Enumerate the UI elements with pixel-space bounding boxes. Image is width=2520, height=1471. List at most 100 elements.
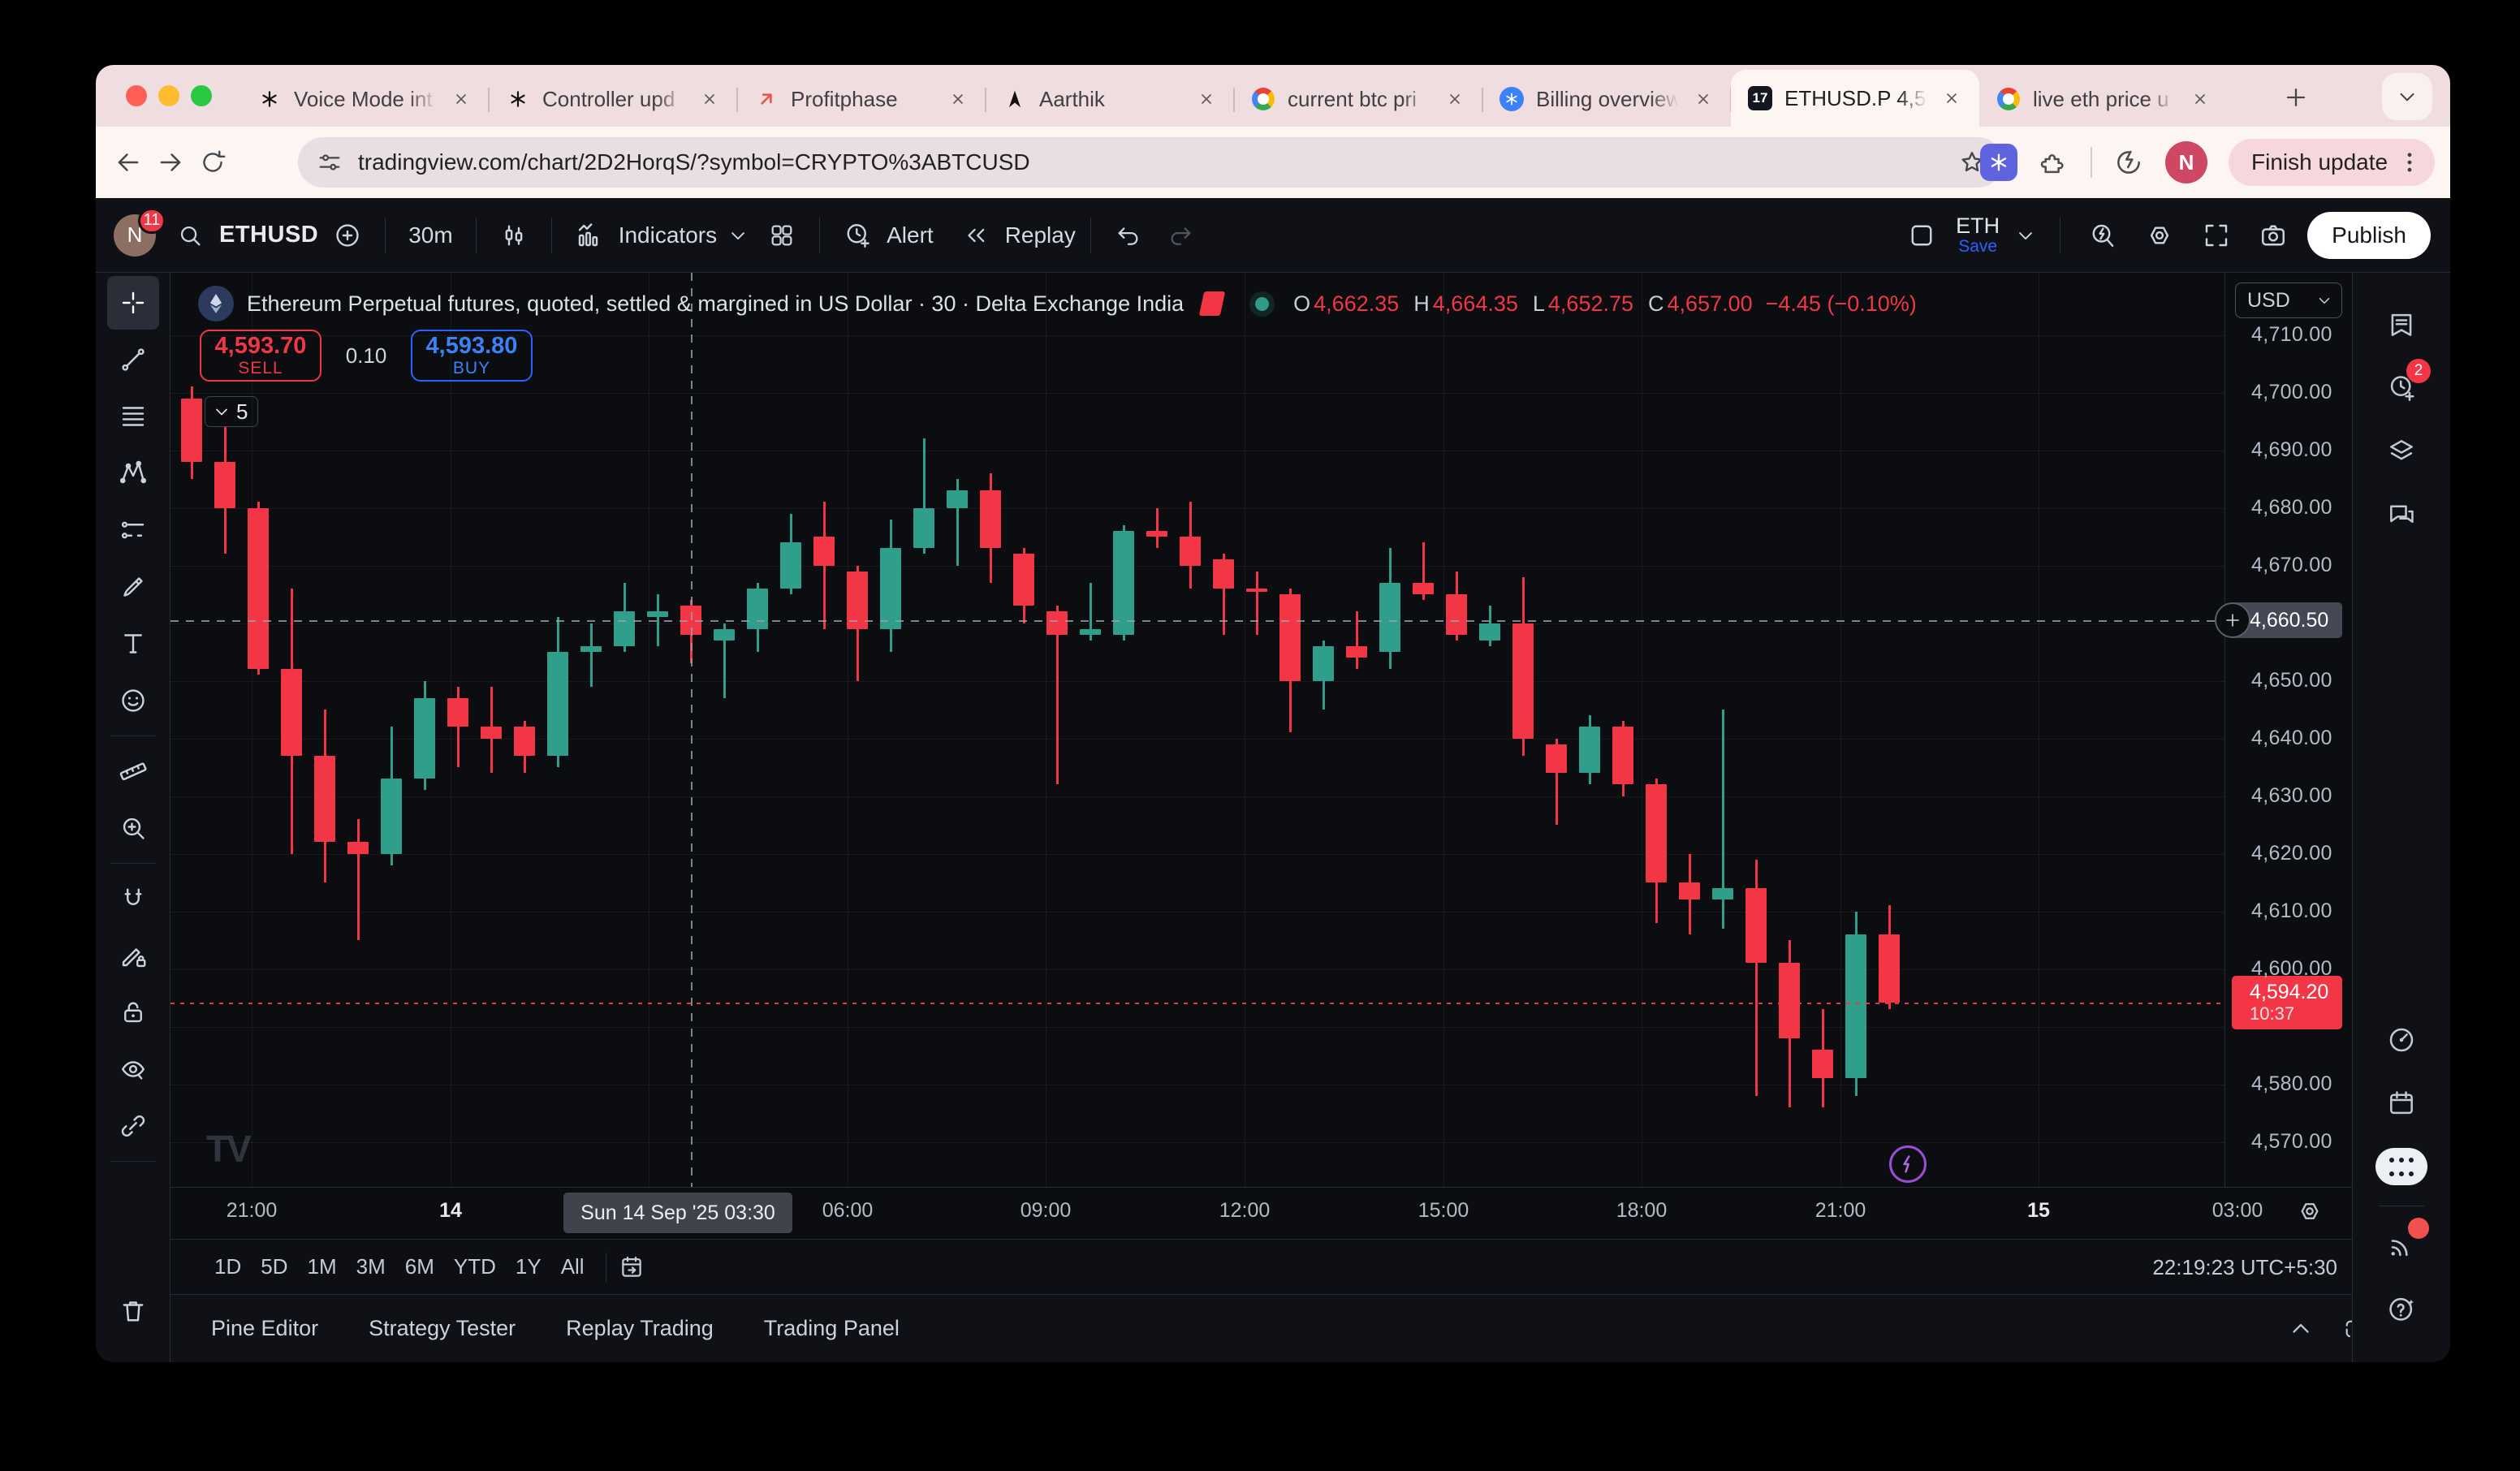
timeframe-button-all[interactable]: All <box>551 1248 594 1286</box>
address-bar[interactable]: tradingview.com/chart/2D2HorqS/?symbol=C… <box>298 137 2003 188</box>
crosshair-tool[interactable] <box>107 276 159 330</box>
edit-lock-tool[interactable] <box>107 929 159 982</box>
lock-all-tool[interactable] <box>107 986 159 1039</box>
forecast-tool[interactable] <box>107 503 159 557</box>
redo-icon[interactable] <box>1158 213 1203 258</box>
replay-icon[interactable] <box>953 213 999 258</box>
forward-button[interactable] <box>149 141 192 183</box>
currency-dropdown[interactable]: USD <box>2235 283 2342 318</box>
tab-close-icon[interactable] <box>945 86 971 112</box>
chart-area[interactable]: Ethereum Perpetual futures, quoted, sett… <box>170 273 2224 1187</box>
performance-icon[interactable] <box>2113 147 2144 178</box>
layers-sidebar-icon[interactable] <box>2375 425 2427 477</box>
replay-button[interactable]: Replay <box>1005 222 1076 248</box>
tab-close-icon[interactable] <box>1442 86 1468 112</box>
timeframe-button-3m[interactable]: 3M <box>347 1248 395 1286</box>
price-axis[interactable]: USD 4,660.50 4,594.20 10:37 4,710.004,70… <box>2224 273 2352 1187</box>
timeframe-button-6m[interactable]: 6M <box>395 1248 444 1286</box>
tab-search-button[interactable] <box>2382 73 2432 120</box>
compare-add-icon[interactable] <box>325 213 370 258</box>
panel-tab-strategy-tester[interactable]: Strategy Tester <box>369 1316 516 1341</box>
indicators-chevron-icon[interactable] <box>723 213 753 258</box>
xabcd-pattern-tool[interactable] <box>107 446 159 500</box>
calendar-sidebar-icon[interactable] <box>2375 1077 2427 1129</box>
zoom-window-button[interactable] <box>191 85 212 106</box>
reload-button[interactable] <box>192 141 234 183</box>
close-window-button[interactable] <box>126 85 147 106</box>
gauge-sidebar-icon[interactable] <box>2375 1014 2427 1066</box>
time-axis[interactable]: Sun 14 Sep '25 03:30 21:001406:0009:0012… <box>170 1187 2352 1239</box>
tab-close-icon[interactable] <box>2187 86 2213 112</box>
panel-tab-trading-panel[interactable]: Trading Panel <box>764 1316 900 1341</box>
buy-button[interactable]: 4,593.80 BUY <box>411 330 533 382</box>
extensions-puzzle-icon[interactable] <box>2039 147 2069 178</box>
tab-close-icon[interactable] <box>1939 85 1965 111</box>
settings-gear-icon[interactable] <box>2137 213 2182 258</box>
browser-tab[interactable]: 17ETHUSD.P 4,5 <box>1731 70 1979 127</box>
indicators-icon[interactable] <box>567 213 612 258</box>
timeframe-button-1m[interactable]: 1M <box>298 1248 347 1286</box>
help-sidebar-icon[interactable] <box>2375 1283 2427 1335</box>
crosshair-add-alert-button[interactable] <box>2215 602 2250 638</box>
fullscreen-icon[interactable] <box>2194 213 2239 258</box>
expand-panel-icon[interactable] <box>2278 1306 2324 1352</box>
tab-close-icon[interactable] <box>448 86 474 112</box>
interval-button[interactable]: 30m <box>400 222 460 248</box>
link-tool[interactable] <box>107 1099 159 1153</box>
save-label[interactable]: Save <box>1958 238 1997 256</box>
browser-tab[interactable]: Aarthik <box>986 71 1234 127</box>
trash-tool[interactable] <box>107 1284 159 1338</box>
layout-select-icon[interactable] <box>1899 213 1944 258</box>
back-button[interactable] <box>107 141 149 183</box>
fib-retracement-tool[interactable] <box>107 390 159 443</box>
pinned-extension-icon[interactable] <box>1980 144 2017 181</box>
ruler-tool[interactable] <box>107 744 159 798</box>
browser-profile-avatar[interactable]: N <box>2165 141 2207 183</box>
chat-sidebar-icon[interactable] <box>2375 489 2427 541</box>
minimize-window-button[interactable] <box>158 85 179 106</box>
symbol-description[interactable]: Ethereum Perpetual futures, quoted, sett… <box>247 291 1184 317</box>
browser-tab[interactable]: live eth price u <box>1979 71 2228 127</box>
tab-close-icon[interactable] <box>697 86 723 112</box>
quick-search-icon[interactable] <box>2080 213 2125 258</box>
undo-icon[interactable] <box>1106 213 1151 258</box>
layout-templates-icon[interactable] <box>759 213 805 258</box>
brush-tool[interactable] <box>107 560 159 614</box>
timeframe-button-ytd[interactable]: YTD <box>444 1248 506 1286</box>
panel-tab-replay-trading[interactable]: Replay Trading <box>566 1316 714 1341</box>
hide-all-tool[interactable] <box>107 1042 159 1096</box>
tab-close-icon[interactable] <box>1193 86 1219 112</box>
emoji-tool[interactable] <box>107 674 159 727</box>
new-tab-button[interactable] <box>2278 80 2314 115</box>
magnet-tool[interactable] <box>107 872 159 925</box>
publish-button[interactable]: Publish <box>2307 212 2431 259</box>
alert-clock-sidebar-icon[interactable]: 2 <box>2375 362 2427 414</box>
tv-user-avatar[interactable]: N 11 <box>114 214 156 257</box>
streams-sidebar-icon[interactable] <box>2375 1219 2427 1271</box>
browser-tab[interactable]: current btc pri <box>1234 71 1482 127</box>
alert-button[interactable]: Alert <box>887 222 934 248</box>
snapshot-camera-icon[interactable] <box>2250 213 2296 258</box>
watchlist-sidebar-icon[interactable] <box>2375 299 2427 351</box>
symbol-search-icon[interactable] <box>167 213 213 258</box>
layout-chevron-icon[interactable] <box>2011 213 2040 258</box>
finish-update-button[interactable]: Finish update <box>2229 139 2435 186</box>
timeframe-button-5d[interactable]: 5D <box>251 1248 297 1286</box>
browser-tab[interactable]: Voice Mode int <box>240 71 489 127</box>
clock-utc[interactable]: 22:19:23 UTC+5:30 <box>2152 1240 2337 1295</box>
axis-settings-icon[interactable] <box>2296 1197 2324 1225</box>
timeframe-button-1y[interactable]: 1Y <box>506 1248 551 1286</box>
panel-tab-pine-editor[interactable]: Pine Editor <box>211 1316 318 1341</box>
tab-close-icon[interactable] <box>1690 86 1716 112</box>
browser-tab[interactable]: Billing overview <box>1482 71 1731 127</box>
go-to-date-button[interactable] <box>618 1253 645 1281</box>
symbol-search-button[interactable]: ETHUSD <box>219 222 318 248</box>
timeframe-button-1d[interactable]: 1D <box>205 1248 251 1286</box>
browser-tab[interactable]: Profitphase <box>737 71 986 127</box>
alert-icon[interactable] <box>835 213 880 258</box>
site-settings-icon[interactable] <box>316 149 343 176</box>
chart-style-icon[interactable] <box>491 213 537 258</box>
browser-tab[interactable]: Controller upd <box>489 71 737 127</box>
browser-menu-icon[interactable] <box>2396 149 2423 176</box>
boost-lightning-button[interactable] <box>1889 1145 1927 1183</box>
